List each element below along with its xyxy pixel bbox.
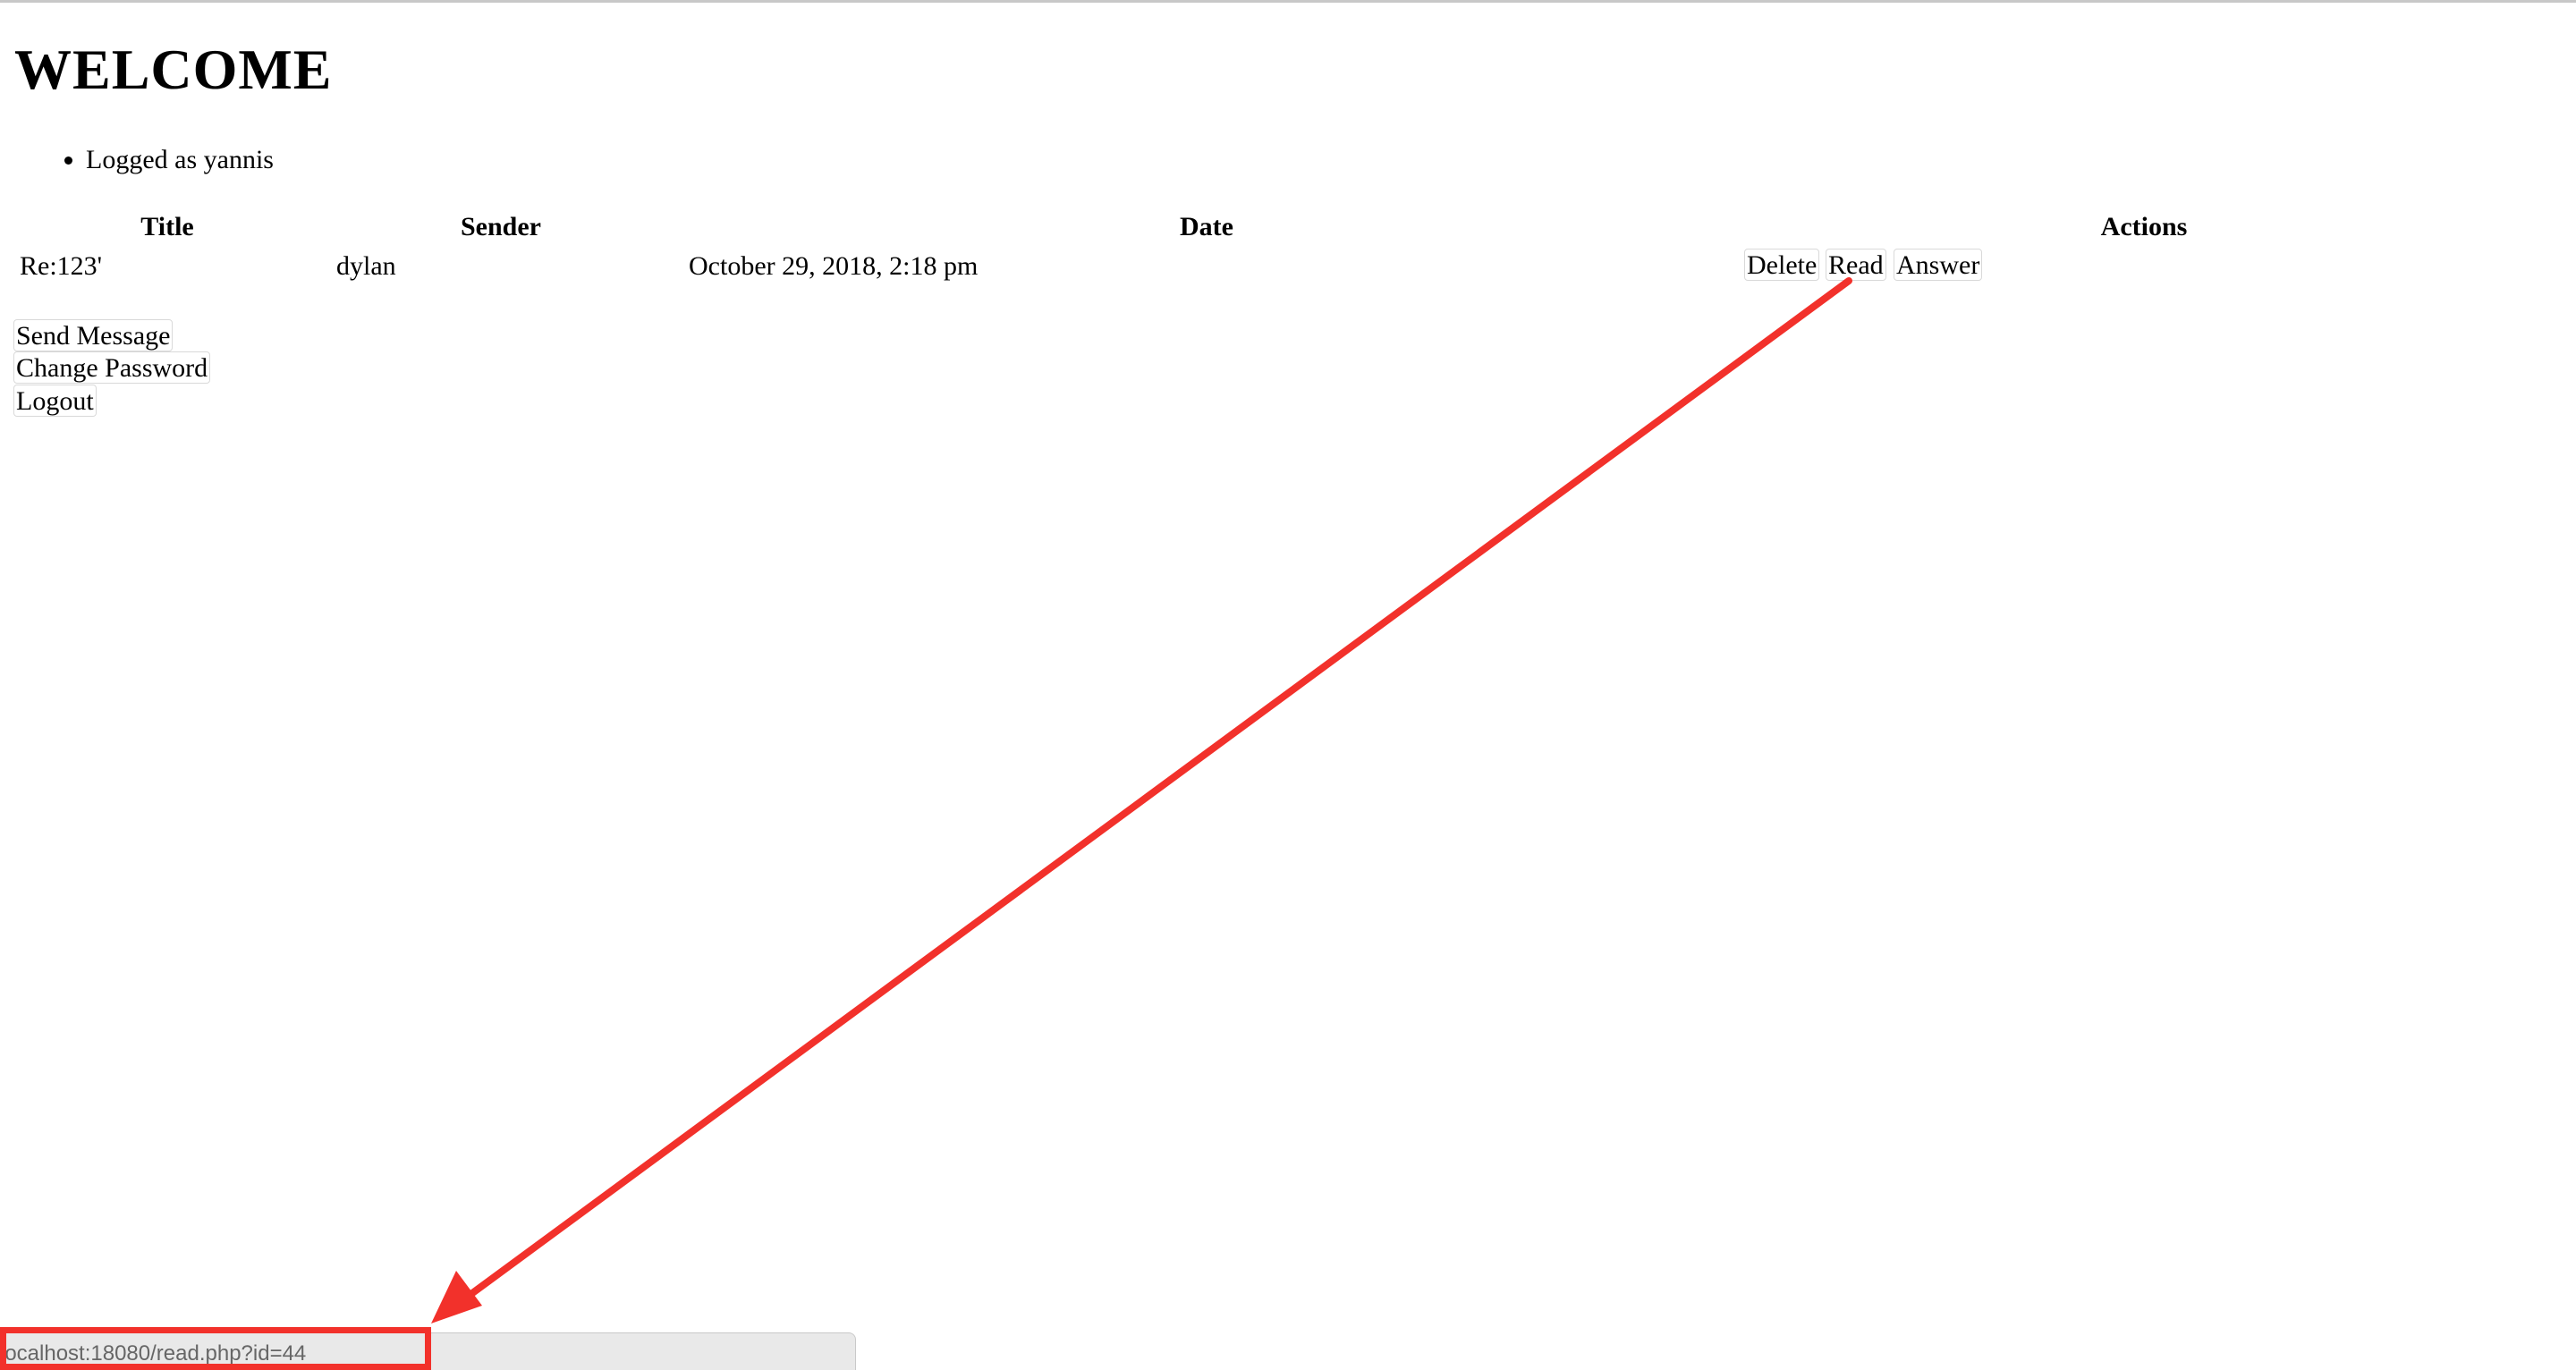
arrow-icon bbox=[431, 277, 1852, 1323]
page: WELCOME Logged as yannis Title Sender Da… bbox=[0, 0, 2576, 1370]
